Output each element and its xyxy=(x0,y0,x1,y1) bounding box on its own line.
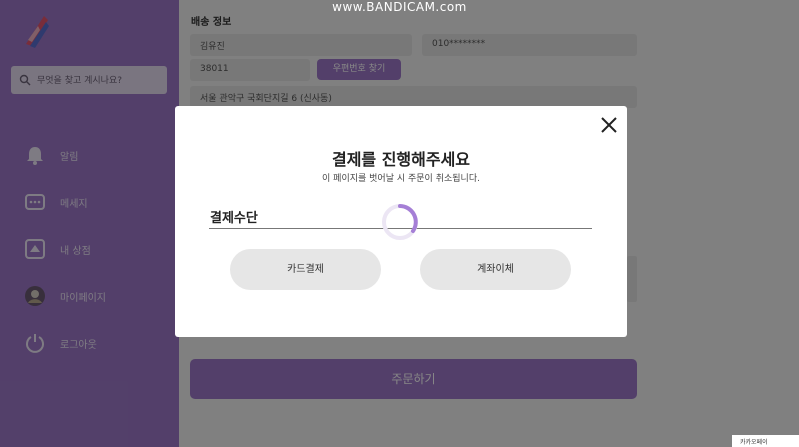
watermark: www.BANDICAM.com xyxy=(332,0,467,14)
kakaopay-popup-label: 카카오페이 xyxy=(740,439,768,446)
close-button[interactable] xyxy=(599,115,619,135)
card-payment-button[interactable]: 카드결제 xyxy=(230,249,381,290)
bank-transfer-button[interactable]: 계좌이체 xyxy=(420,249,571,290)
payment-method-label: 결제수단 xyxy=(210,211,258,226)
close-icon xyxy=(601,117,617,133)
modal-subtitle: 이 페이지를 벗어날 시 주문이 취소됩니다. xyxy=(322,174,480,184)
kakaopay-popup[interactable]: 카카오페이 xyxy=(732,435,799,447)
payment-modal: 결제를 진행해주세요 이 페이지를 벗어날 시 주문이 취소됩니다. 결제수단 … xyxy=(175,106,627,337)
loading-spinner-icon xyxy=(382,204,418,240)
modal-title: 결제를 진행해주세요 xyxy=(331,150,471,169)
